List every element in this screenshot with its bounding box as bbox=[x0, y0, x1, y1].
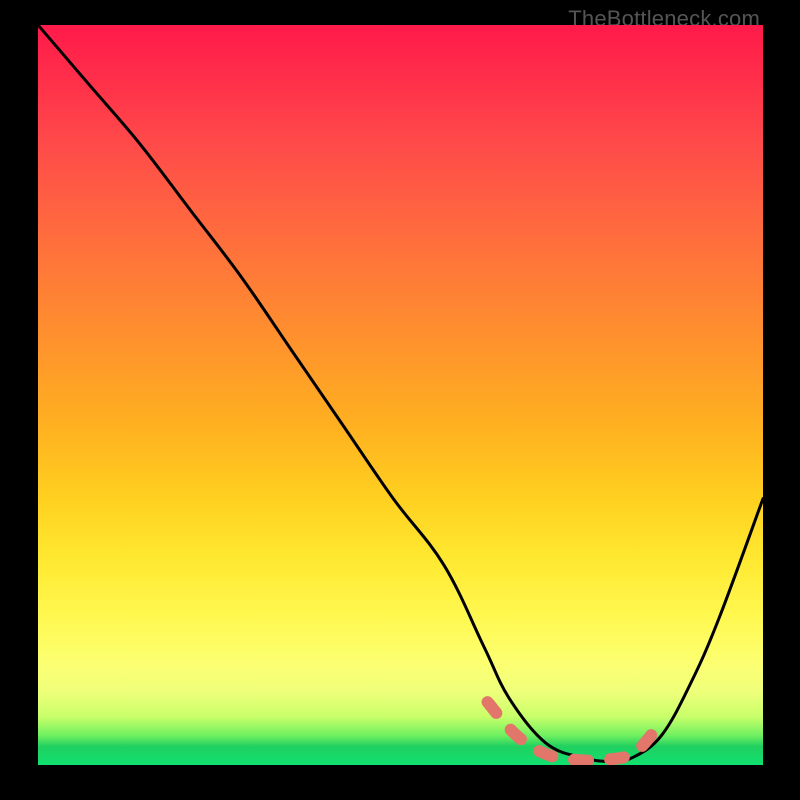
bottleneck-curve-path bbox=[38, 25, 763, 761]
bottleneck-curve bbox=[38, 25, 763, 765]
chart-container: TheBottleneck.com bbox=[0, 0, 800, 800]
plot-area bbox=[38, 25, 763, 765]
highlight-range-path bbox=[488, 702, 655, 761]
